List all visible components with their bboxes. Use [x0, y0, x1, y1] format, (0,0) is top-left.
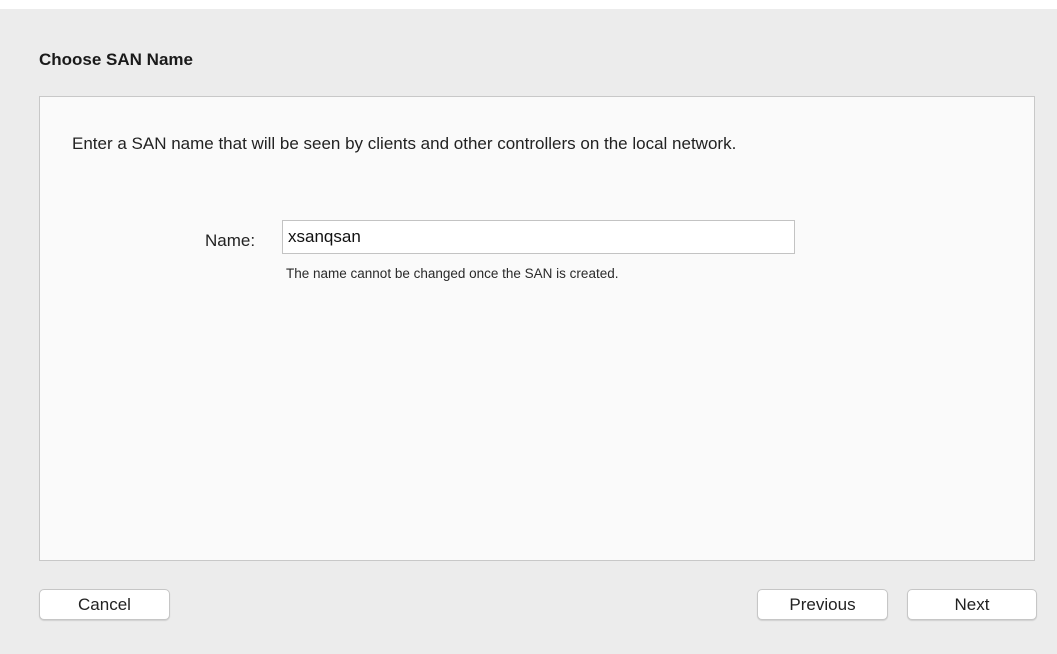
previous-button[interactable]: Previous	[757, 589, 888, 620]
cancel-button[interactable]: Cancel	[39, 589, 170, 620]
assistant-sheet: Choose SAN Name Enter a SAN name that wi…	[0, 9, 1057, 654]
content-panel: Enter a SAN name that will be seen by cl…	[39, 96, 1035, 561]
next-button[interactable]: Next	[907, 589, 1037, 620]
san-name-input[interactable]	[282, 220, 795, 254]
intro-text: Enter a SAN name that will be seen by cl…	[72, 134, 737, 153]
name-label: Name:	[205, 231, 256, 250]
section-title: Choose SAN Name	[39, 50, 193, 69]
name-hint-text: The name cannot be changed once the SAN …	[286, 266, 619, 281]
